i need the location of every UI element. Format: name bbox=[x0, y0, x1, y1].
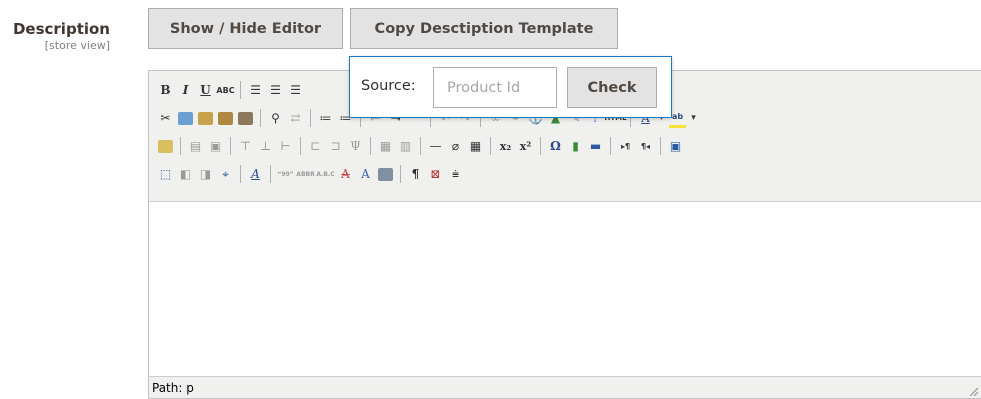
insert-col-after-icon[interactable]: ⊐ bbox=[327, 138, 344, 155]
resize-grip-icon[interactable] bbox=[968, 386, 978, 396]
toolbar-separator bbox=[260, 109, 261, 127]
editor-statusbar: Path: p bbox=[149, 376, 981, 398]
merge-cells-icon[interactable]: ▥ bbox=[397, 138, 414, 155]
toolbar-separator bbox=[240, 165, 241, 183]
move-backward-icon[interactable]: ◨ bbox=[197, 166, 214, 183]
toolbar-separator bbox=[240, 81, 241, 99]
row-props-icon[interactable]: ▤ bbox=[187, 138, 204, 155]
source-popup: Source: Check bbox=[349, 56, 672, 118]
separator-icon[interactable]: ▬ bbox=[587, 138, 604, 155]
copy-description-template-button[interactable]: Copy Desctiption Template bbox=[350, 8, 618, 49]
table-icon[interactable] bbox=[157, 138, 174, 155]
toolbar-separator bbox=[230, 137, 231, 155]
fullscreen-icon[interactable]: ▣ bbox=[667, 138, 684, 155]
non-breaking-icon[interactable]: ⊠ bbox=[427, 166, 444, 183]
cite-icon[interactable]: “99” bbox=[277, 166, 294, 183]
source-label: Source: bbox=[361, 78, 416, 94]
split-cells-icon[interactable]: ▦ bbox=[377, 138, 394, 155]
align-left-icon[interactable]: ☰ bbox=[247, 82, 264, 99]
copy-icon[interactable] bbox=[177, 110, 194, 127]
show-hide-editor-button[interactable]: Show / Hide Editor bbox=[148, 8, 343, 49]
check-button[interactable]: Check bbox=[567, 67, 657, 108]
show-blocks-icon[interactable]: ¶ bbox=[407, 166, 424, 183]
editor-content-area[interactable] bbox=[149, 202, 981, 378]
element-path: Path: p bbox=[152, 381, 194, 395]
toolbar-separator bbox=[420, 137, 421, 155]
toolbar-separator bbox=[370, 137, 371, 155]
description-label: Description bbox=[12, 20, 110, 38]
field-label: Description [store view] bbox=[0, 20, 110, 52]
ltr-icon[interactable]: ▸¶ bbox=[617, 138, 634, 155]
store-view-scope: [store view] bbox=[44, 39, 110, 52]
paste-word-icon[interactable] bbox=[237, 110, 254, 127]
find-icon[interactable]: ⚲ bbox=[267, 110, 284, 127]
bullet-list-icon[interactable]: ≔ bbox=[317, 110, 334, 127]
page-break-icon[interactable]: ⩧ bbox=[447, 166, 464, 183]
superscript-icon[interactable]: x² bbox=[517, 138, 534, 155]
acronym-icon[interactable]: A.B.C bbox=[316, 166, 334, 183]
visual-aid-icon[interactable]: ▦ bbox=[467, 138, 484, 155]
toolbar-separator bbox=[300, 137, 301, 155]
product-id-input[interactable] bbox=[433, 67, 557, 108]
align-center-icon[interactable]: ☰ bbox=[267, 82, 284, 99]
media-icon[interactable]: ▮ bbox=[567, 138, 584, 155]
ins-icon[interactable]: A bbox=[357, 166, 374, 183]
insert-row-before-icon[interactable]: ⊤ bbox=[237, 138, 254, 155]
styles-icon[interactable]: A bbox=[247, 166, 264, 183]
toolbar-separator bbox=[310, 109, 311, 127]
horizontal-rule-icon[interactable]: — bbox=[427, 138, 444, 155]
toolbar-row-3: ▤ ▣ ⊤ ⊥ ⊢ ⊏ ⊐ Ψ ▦ ▥ — ⌀ ▦ x₂ x² Ω ▮ ▬ ▸¶ bbox=[157, 135, 684, 157]
toolbar-separator bbox=[180, 137, 181, 155]
abbr-icon[interactable]: ABBR bbox=[296, 166, 314, 183]
replace-icon[interactable]: ⇄ bbox=[287, 110, 304, 127]
subscript-icon[interactable]: x₂ bbox=[497, 138, 514, 155]
underline-icon[interactable]: U bbox=[197, 82, 214, 99]
cell-props-icon[interactable]: ▣ bbox=[207, 138, 224, 155]
delete-col-icon[interactable]: Ψ bbox=[347, 138, 364, 155]
delete-row-icon[interactable]: ⊢ bbox=[277, 138, 294, 155]
align-right-icon[interactable]: ☰ bbox=[287, 82, 304, 99]
del-icon[interactable]: A bbox=[337, 166, 354, 183]
absolute-icon[interactable]: ⌖ bbox=[217, 166, 234, 183]
bold-icon[interactable]: B bbox=[157, 82, 174, 99]
attributes-icon[interactable] bbox=[377, 166, 394, 183]
toolbar-separator bbox=[540, 137, 541, 155]
insert-col-before-icon[interactable]: ⊏ bbox=[307, 138, 324, 155]
cut-icon[interactable]: ✂ bbox=[157, 110, 174, 127]
paste-icon[interactable] bbox=[197, 110, 214, 127]
remove-format-icon[interactable]: ⌀ bbox=[447, 138, 464, 155]
move-forward-icon[interactable]: ◧ bbox=[177, 166, 194, 183]
toolbar-row-1: B I U ABC ☰ ☰ ☰ bbox=[157, 79, 304, 101]
toolbar-separator bbox=[660, 137, 661, 155]
strikethrough-icon[interactable]: ABC bbox=[216, 82, 234, 99]
wysiwyg-editor: B I U ABC ☰ ☰ ☰ ✂ ⚲ ⇄ ≔ ≔ ⇤ ⇥ ❝ ↶ ↷ ∞ ⚭ … bbox=[148, 70, 981, 399]
special-char-icon[interactable]: Ω bbox=[547, 138, 564, 155]
toolbar-separator bbox=[610, 137, 611, 155]
toolbar-separator bbox=[400, 165, 401, 183]
toolbar-separator bbox=[490, 137, 491, 155]
insert-layer-icon[interactable]: ⬚ bbox=[157, 166, 174, 183]
paste-text-icon[interactable] bbox=[217, 110, 234, 127]
insert-row-after-icon[interactable]: ⊥ bbox=[257, 138, 274, 155]
toolbar-separator bbox=[270, 165, 271, 183]
highlight-color-dropdown-icon[interactable]: ▾ bbox=[689, 110, 698, 127]
rtl-icon[interactable]: ¶◂ bbox=[637, 138, 654, 155]
toolbar-row-4: ⬚ ◧ ◨ ⌖ A “99” ABBR A.B.C A A ¶ ⊠ ⩧ bbox=[157, 163, 464, 185]
italic-icon[interactable]: I bbox=[177, 82, 194, 99]
